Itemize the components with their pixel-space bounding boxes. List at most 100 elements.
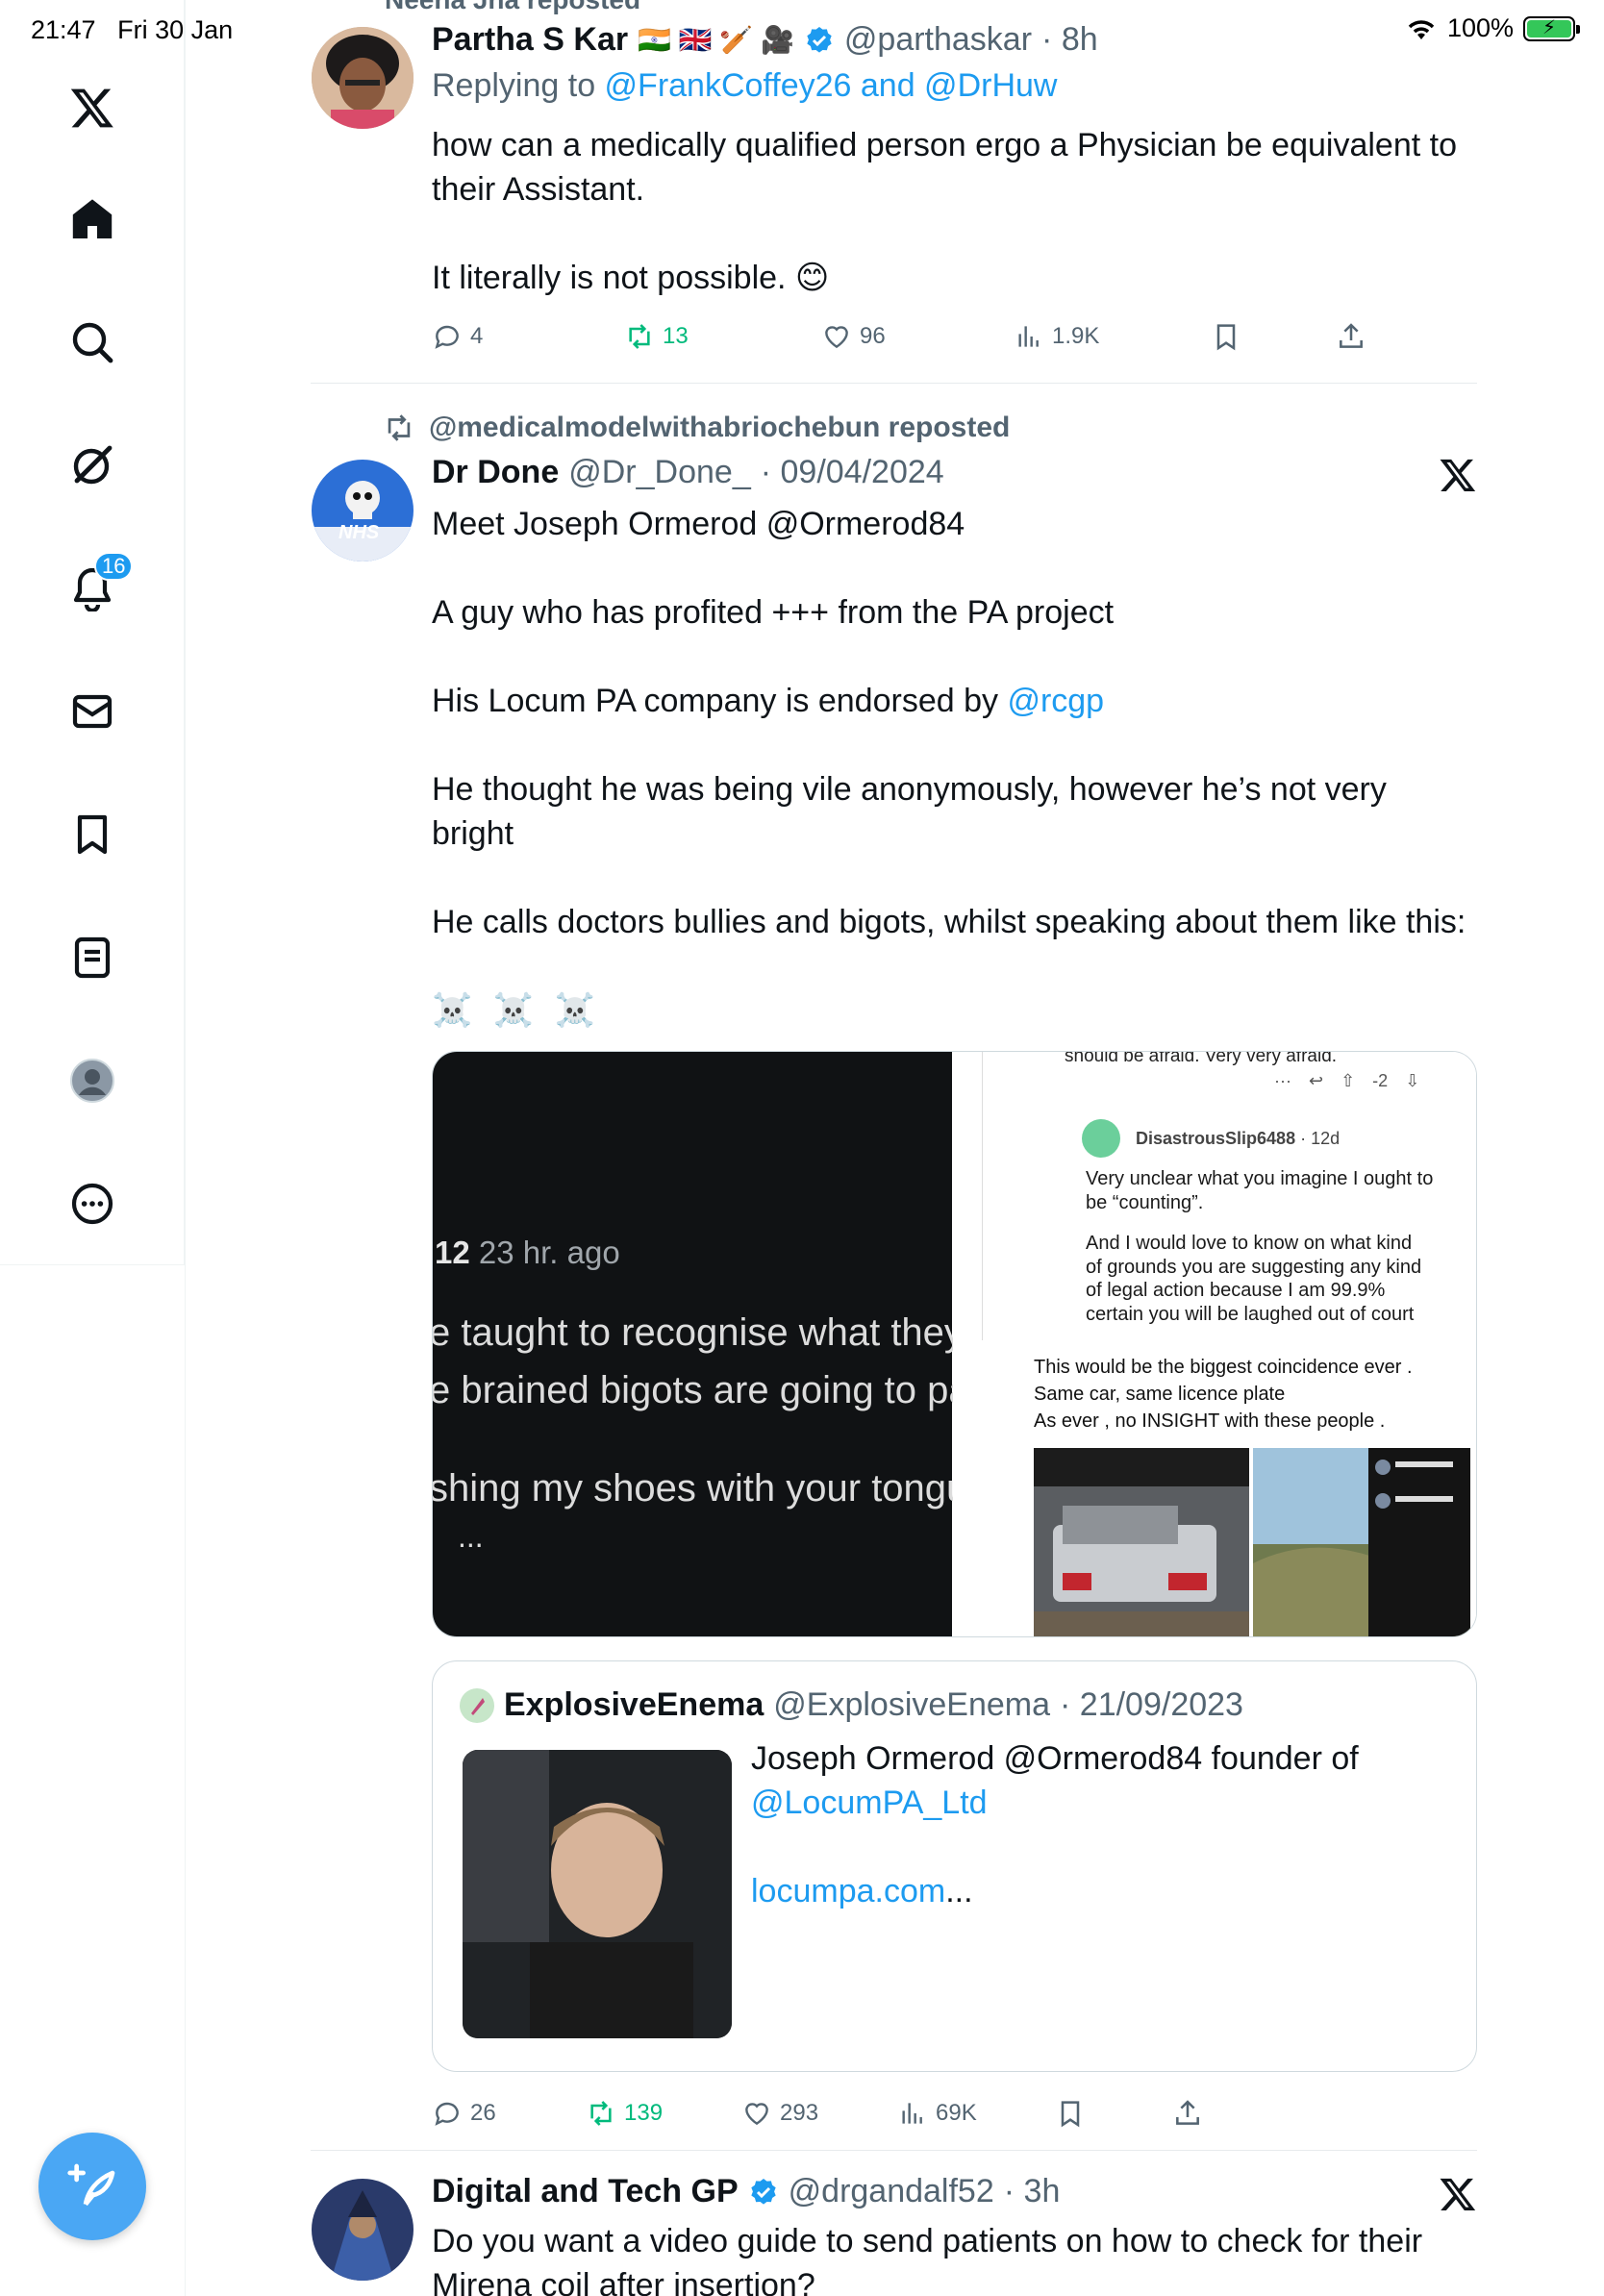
sidebar-item-notifications[interactable]: 16	[56, 552, 134, 625]
sidebar-item-messages[interactable]	[56, 675, 129, 748]
sidebar-item-grok[interactable]	[56, 429, 129, 502]
reply-button[interactable]: 26	[432, 2098, 496, 2129]
tweet-media[interactable]: 12 23 hr. ago e taught to recognise what…	[432, 1051, 1477, 1637]
more-dots-icon: ···	[1274, 1071, 1291, 1090]
share-icon	[1176, 2100, 1199, 2125]
tweet-text-fragment: His Locum PA company is endorsed by	[432, 683, 1008, 719]
tweet-time[interactable]: · 09/04/2024	[761, 454, 944, 491]
sidebar-item-bookmarks[interactable]	[56, 798, 129, 871]
feather-plus-icon	[67, 2163, 115, 2207]
views-button[interactable]: 1.9K	[1014, 321, 1099, 352]
tweet-text-line: how can a medically qualified person erg…	[432, 127, 1457, 163]
avatar-drgandalf[interactable]	[312, 2179, 414, 2281]
media-left-line: e brained bigots are going to pa	[432, 1369, 970, 1411]
share-button[interactable]	[1336, 321, 1366, 352]
profile-avatar-icon	[70, 1059, 114, 1103]
media-left-text: e taught to recognise what they e braine…	[432, 1304, 970, 1556]
quote-url-link[interactable]: locumpa.com	[751, 1873, 945, 1909]
views-button[interactable]: 69K	[897, 2098, 977, 2129]
replying-prefix: Replying to	[432, 67, 605, 104]
comment-line: certain you will be laughed out of court	[1086, 1303, 1415, 1325]
repost-button[interactable]: 13	[624, 321, 689, 352]
author-handle[interactable]: @Dr_Done_	[568, 454, 751, 491]
x-logo-button[interactable]	[56, 71, 129, 144]
sidebar-border	[185, 0, 186, 2296]
media-vote-row: ··· ↩ ⇧ -2 ⇩	[1274, 1071, 1419, 1091]
reply-count: 26	[470, 2100, 496, 2126]
bookmark-icon	[1216, 324, 1236, 351]
thread-lines	[982, 1052, 1059, 1340]
tweet-time[interactable]: · 3h	[1004, 2173, 1061, 2210]
quote-author-handle[interactable]: @ExplosiveEnema	[773, 1686, 1050, 1724]
quote-time[interactable]: · 21/09/2023	[1060, 1686, 1243, 1724]
avatar-dr-done[interactable]: NHS	[312, 460, 414, 562]
author-handle[interactable]: @parthaskar	[844, 21, 1032, 59]
replying-users-link[interactable]: @FrankCoffey26 and @DrHuw	[605, 67, 1058, 104]
sidebar-item-profile[interactable]	[56, 1044, 129, 1117]
tweet-text-line: bright	[432, 815, 514, 852]
mail-icon	[72, 694, 113, 729]
share-button[interactable]	[1172, 2098, 1203, 2129]
media-right-top-text: should be afraid. Very very afraid.	[1065, 1051, 1338, 1066]
repost-header-text: Neena Jha reposted	[385, 0, 640, 14]
comment-author: DisastrousSlip6488 · 12d	[1136, 1129, 1340, 1149]
bookmark-icon	[1061, 2101, 1080, 2128]
comment-age: · 12d	[1300, 1129, 1341, 1148]
like-button[interactable]: 96	[821, 321, 886, 352]
x-logo-icon[interactable]	[1439, 2175, 1477, 2213]
quote-link-line: locumpa.com...	[751, 1869, 1359, 1913]
reply-icon	[435, 2102, 459, 2126]
tweet-text-line: Mirena coil after insertion?	[432, 2267, 815, 2296]
mention-rcgp-link[interactable]: @rcgp	[1007, 683, 1104, 719]
caption-line: Same car, same licence plate	[1034, 1384, 1286, 1405]
tweet-actions: 4 13 96 1.9K	[432, 317, 1393, 356]
comment-avatar	[1082, 1119, 1120, 1158]
share-icon	[1340, 323, 1363, 348]
quote-avatar-icon	[460, 1687, 494, 1723]
landscape-photo	[1253, 1448, 1470, 1636]
quote-tweet[interactable]: ExplosiveEnema @ExplosiveEnema · 21/09/2…	[432, 1660, 1477, 2072]
media-left-time: 23 hr. ago	[478, 1235, 620, 1270]
avatar-partha[interactable]	[312, 27, 414, 129]
media-image-left[interactable]: 12 23 hr. ago e taught to recognise what…	[433, 1052, 970, 1636]
heart-icon	[745, 2103, 768, 2126]
sidebar-item-search[interactable]	[56, 306, 129, 379]
views-count: 1.9K	[1052, 323, 1100, 349]
reply-icon	[435, 325, 459, 349]
caption-line: This would be the biggest coincidence ev…	[1034, 1357, 1413, 1378]
tweet-header: Digital and Tech GP @drgandalf52 · 3h	[432, 2173, 1060, 2210]
media-left-meta: 12 23 hr. ago	[435, 1235, 620, 1271]
bookmark-button[interactable]	[1211, 321, 1241, 352]
media-image-right[interactable]: should be afraid. Very very afraid. ··· ↩…	[953, 1051, 1476, 1636]
like-button[interactable]: 293	[741, 2098, 818, 2129]
caption-text: This would be the biggest coincidence ev…	[1034, 1354, 1413, 1435]
verified-badge-icon	[750, 2178, 776, 2205]
sidebar-item-lists[interactable]	[56, 921, 129, 994]
author-name[interactable]: Digital and Tech GP	[432, 2173, 739, 2210]
reply-button[interactable]: 4	[432, 321, 483, 352]
views-icon	[1018, 326, 1039, 347]
quote-author-name[interactable]: ExplosiveEnema	[504, 1686, 764, 1724]
tweet-text-line: Meet Joseph Ormerod @Ormerod84	[432, 506, 965, 542]
repost-header: @medicalmodelwithabriochebun reposted	[383, 412, 1010, 444]
author-handle[interactable]: @drgandalf52	[789, 2173, 994, 2210]
repost-button[interactable]: 139	[586, 2098, 663, 2129]
quote-mention-link[interactable]: @LocumPA_Ltd	[751, 1781, 1359, 1825]
x-logo-icon[interactable]	[1439, 456, 1477, 494]
media-left-line: shing my shoes with your tongu	[432, 1467, 968, 1510]
tweet-time[interactable]: · 8h	[1041, 21, 1098, 59]
sidebar-item-more[interactable]	[56, 1167, 129, 1240]
bookmark-button[interactable]	[1055, 2098, 1086, 2129]
compose-button[interactable]	[38, 2133, 146, 2240]
author-name[interactable]: Dr Done	[432, 454, 559, 491]
repost-count: 139	[624, 2100, 664, 2126]
tweet-body: Meet Joseph Ormerod @Ormerod84 A guy who…	[432, 502, 1466, 1033]
reply-arrow-icon: ↩	[1308, 1071, 1324, 1090]
tweet-text-line: His Locum PA company is endorsed by @rcg…	[432, 679, 1466, 723]
repost-header-text: @medicalmodelwithabriochebun reposted	[429, 412, 1011, 443]
like-count: 293	[780, 2100, 819, 2126]
sidebar-item-home[interactable]	[56, 183, 129, 256]
tweet-actions: 26 139 293 69K	[432, 2094, 1393, 2133]
author-name[interactable]: Partha S Kar	[432, 21, 628, 59]
grok-icon	[73, 445, 113, 485]
